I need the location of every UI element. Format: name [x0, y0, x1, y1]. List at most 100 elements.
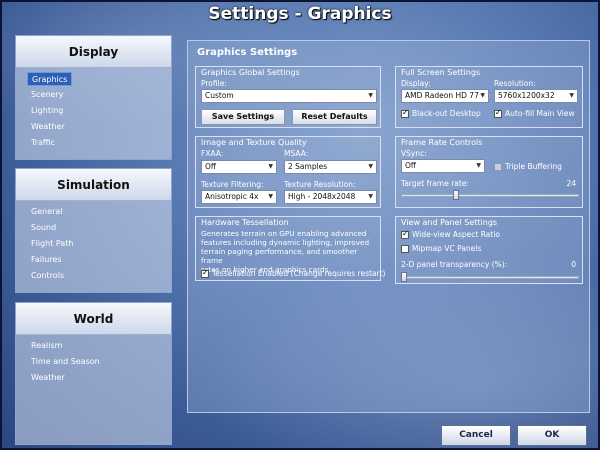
display-dropdown[interactable]: AMD Radeon HD 77 ▼	[401, 89, 489, 103]
checkbox-checked-icon	[201, 268, 209, 278]
fullscreen-settings-group: Full Screen Settings Display: AMD Radeon…	[395, 66, 583, 128]
fxaa-dropdown[interactable]: Off ▼	[201, 160, 277, 174]
texture-filtering-dropdown[interactable]: Anisotropic 4x ▼	[201, 190, 277, 204]
blackout-desktop-checkbox[interactable]: Black-out Desktop	[401, 108, 481, 118]
tessellation-group: Hardware Tessellation Generates terrain …	[195, 216, 385, 281]
tessellation-description-line: features including dynamic lighting, imp…	[201, 238, 370, 247]
checkbox-checked-icon	[401, 229, 409, 239]
sidebar-header-display[interactable]: Display	[16, 36, 171, 68]
display-label: Display:	[401, 79, 431, 88]
save-settings-button[interactable]: Save Settings	[201, 109, 285, 125]
sidebar-section-world: World Realism Time and Season Weather	[15, 302, 172, 445]
image-quality-group: Image and Texture Quality FXAA: Off ▼ MS…	[195, 136, 381, 208]
sidebar-item-controls[interactable]: Controls	[27, 269, 68, 283]
sidebar-item-time-and-season[interactable]: Time and Season	[27, 355, 104, 369]
frame-rate-group: Frame Rate Controls VSync: Off ▼ Triple …	[395, 136, 583, 208]
chevron-down-icon: ▼	[569, 92, 574, 99]
checkbox-checked-icon	[494, 108, 502, 118]
sidebar-item-scenery[interactable]: Scenery	[27, 88, 67, 102]
reset-defaults-button[interactable]: Reset Defaults	[292, 109, 377, 125]
blackout-desktop-label: Black-out Desktop	[412, 109, 481, 118]
texture-filtering-value: Anisotropic 4x	[205, 192, 259, 201]
vsync-label: VSync:	[401, 149, 427, 158]
triple-buffering-label: Triple Buffering	[505, 162, 562, 171]
chevron-down-icon: ▼	[476, 162, 481, 169]
graphics-settings-panel: Graphics Settings Graphics Global Settin…	[187, 40, 590, 413]
vsync-value: Off	[405, 161, 417, 170]
tessellation-description-line: terrain paging performance, and smoother…	[201, 247, 358, 265]
chevron-down-icon: ▼	[368, 92, 373, 99]
vsync-dropdown[interactable]: Off ▼	[401, 159, 485, 173]
sidebar-item-graphics[interactable]: Graphics	[27, 72, 73, 86]
checkbox-unchecked-icon	[494, 162, 502, 171]
sidebar-item-sound[interactable]: Sound	[27, 221, 60, 235]
msaa-label: MSAA:	[284, 149, 309, 158]
chevron-down-icon: ▼	[368, 163, 373, 170]
wide-view-checkbox[interactable]: Wide-view Aspect Ratio	[401, 229, 500, 239]
target-frame-rate-slider-handle[interactable]	[452, 190, 459, 200]
mipmap-vc-panels-checkbox[interactable]: Mipmap VC Panels	[401, 244, 481, 253]
fullscreen-settings-title: Full Screen Settings	[401, 68, 481, 77]
chevron-down-icon: ▼	[480, 92, 485, 99]
target-frame-rate-label: Target frame rate:	[401, 179, 469, 188]
cancel-button[interactable]: Cancel	[441, 425, 511, 446]
texture-resolution-dropdown[interactable]: High - 2048x2048 ▼	[284, 190, 377, 204]
panel-title: Graphics Settings	[197, 47, 298, 58]
panel-transparency-label: 2-D panel transparency (%):	[401, 260, 508, 269]
panel-transparency-slider[interactable]	[401, 276, 579, 279]
resolution-label: Resolution:	[494, 79, 536, 88]
sidebar-item-weather[interactable]: Weather	[27, 120, 69, 134]
checkbox-checked-icon	[401, 108, 409, 118]
window-title: Settings - Graphics	[208, 4, 392, 24]
texture-resolution-value: High - 2048x2048	[288, 192, 356, 201]
checkbox-unchecked-icon	[401, 244, 409, 253]
fxaa-label: FXAA:	[201, 149, 224, 158]
sidebar-item-lighting[interactable]: Lighting	[27, 104, 67, 118]
fxaa-value: Off	[205, 162, 217, 171]
chevron-down-icon: ▼	[268, 193, 273, 200]
sidebar-item-failures[interactable]: Failures	[27, 253, 66, 267]
view-panel-title: View and Panel Settings	[401, 218, 498, 227]
sidebar-item-world-weather[interactable]: Weather	[27, 371, 69, 385]
sidebar-item-general[interactable]: General	[27, 205, 67, 219]
tessellation-description: Generates terrain on GPU enabling advanc…	[201, 229, 379, 274]
panel-transparency-slider-handle[interactable]	[401, 272, 407, 282]
tessellation-description-line: Generates terrain on GPU enabling advanc…	[201, 229, 367, 238]
resolution-value: 5760x1200x32	[498, 91, 555, 100]
profile-value: Custom	[205, 91, 234, 100]
ok-button[interactable]: OK	[517, 425, 587, 446]
target-frame-rate-value: 24	[566, 179, 576, 188]
resolution-dropdown[interactable]: 5760x1200x32 ▼	[494, 89, 578, 103]
panel-transparency-value: 0	[571, 260, 576, 269]
display-value: AMD Radeon HD 77	[405, 91, 479, 100]
global-settings-title: Graphics Global Settings	[201, 68, 300, 77]
autofill-main-view-label: Auto-fill Main View	[505, 109, 575, 118]
sidebar-section-display: Display Graphics Scenery Lighting Weathe…	[15, 35, 172, 160]
tessellation-enabled-label: Tessellation Enabled (Change requires re…	[212, 269, 386, 278]
global-settings-group: Graphics Global Settings Profile: Custom…	[195, 66, 381, 128]
msaa-value: 2 Samples	[288, 162, 328, 171]
profile-label: Profile:	[201, 79, 227, 88]
view-panel-group: View and Panel Settings Wide-view Aspect…	[395, 216, 583, 284]
target-frame-rate-slider[interactable]	[401, 194, 579, 197]
tessellation-enabled-checkbox[interactable]: Tessellation Enabled (Change requires re…	[201, 268, 386, 278]
mipmap-vc-panels-label: Mipmap VC Panels	[412, 244, 482, 253]
chevron-down-icon: ▼	[368, 193, 373, 200]
texture-resolution-label: Texture Resolution:	[284, 180, 356, 189]
chevron-down-icon: ▼	[268, 163, 273, 170]
profile-dropdown[interactable]: Custom ▼	[201, 89, 377, 103]
image-quality-title: Image and Texture Quality	[201, 138, 307, 147]
msaa-dropdown[interactable]: 2 Samples ▼	[284, 160, 377, 174]
wide-view-label: Wide-view Aspect Ratio	[412, 230, 500, 239]
sidebar-item-realism[interactable]: Realism	[27, 339, 66, 353]
sidebar-item-flight-path[interactable]: Flight Path	[27, 237, 77, 251]
sidebar-header-world[interactable]: World	[16, 303, 171, 335]
sidebar-section-simulation: Simulation General Sound Flight Path Fai…	[15, 168, 172, 293]
tessellation-title: Hardware Tessellation	[201, 218, 289, 227]
autofill-main-view-checkbox[interactable]: Auto-fill Main View	[494, 108, 575, 118]
triple-buffering-checkbox[interactable]: Triple Buffering	[494, 162, 562, 171]
frame-rate-title: Frame Rate Controls	[401, 138, 483, 147]
sidebar-header-simulation[interactable]: Simulation	[16, 169, 171, 201]
sidebar-item-traffic[interactable]: Traffic	[27, 136, 59, 150]
texture-filtering-label: Texture Filtering:	[201, 180, 264, 189]
